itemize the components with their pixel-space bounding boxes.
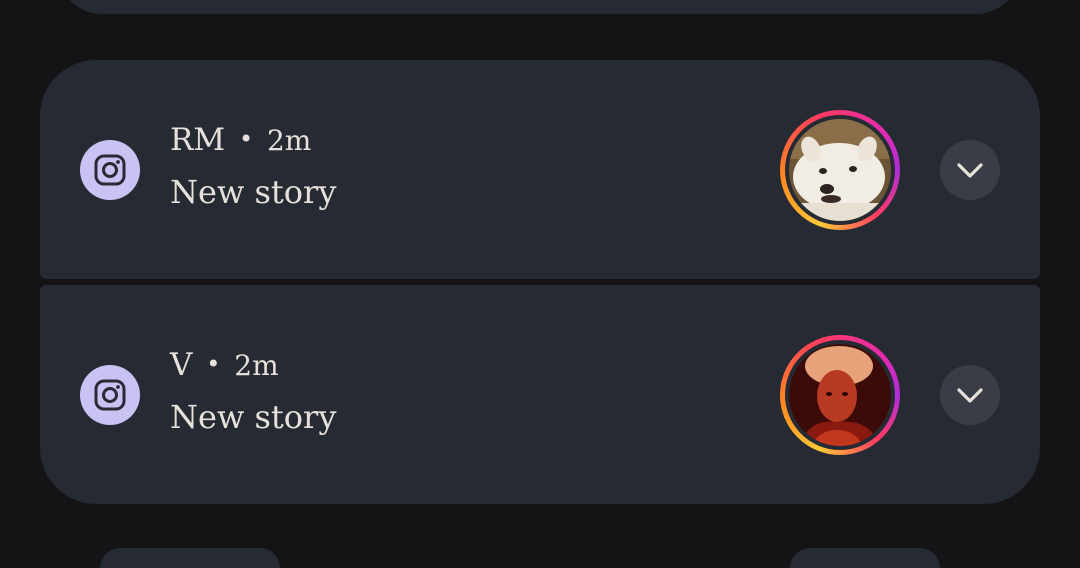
next-notification-card[interactable]	[100, 548, 280, 568]
expand-button[interactable]	[940, 140, 1000, 200]
sender-name: RM	[170, 122, 226, 158]
dog-photo-avatar	[789, 119, 891, 221]
story-avatar[interactable]	[780, 110, 900, 230]
notification-title: V • 2m	[170, 345, 279, 387]
instagram-icon	[80, 140, 140, 200]
sender-name: V	[170, 347, 193, 383]
chevron-down-icon	[957, 163, 983, 178]
instagram-glyph	[94, 379, 126, 411]
notification-card[interactable]: RM • 2m New story	[40, 60, 1040, 279]
notification-message: New story	[170, 398, 337, 436]
portrait-photo-avatar	[789, 344, 891, 446]
notification-card[interactable]: V • 2m New story	[40, 285, 1040, 504]
notification-title: RM • 2m	[170, 120, 311, 162]
timestamp: 2m	[266, 124, 312, 157]
instagram-icon	[80, 365, 140, 425]
separator-dot: •	[206, 350, 221, 378]
timestamp: 2m	[234, 349, 279, 382]
expand-button[interactable]	[940, 365, 1000, 425]
chevron-down-icon	[957, 388, 983, 403]
instagram-glyph	[94, 154, 126, 186]
previous-notification-card[interactable]	[58, 0, 1020, 14]
next-notification-card[interactable]	[790, 548, 940, 568]
notification-message: New story	[170, 173, 337, 211]
separator-dot: •	[238, 125, 254, 153]
story-avatar[interactable]	[780, 335, 900, 455]
